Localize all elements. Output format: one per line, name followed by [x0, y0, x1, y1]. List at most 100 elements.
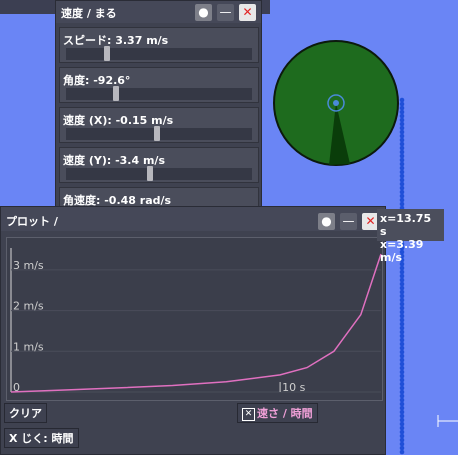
trail-dot: [399, 109, 405, 115]
trail-dot: [399, 361, 405, 367]
trail-dot: [399, 385, 405, 391]
trail-dot: [399, 149, 405, 155]
trail-dot: [399, 445, 405, 451]
y-tick-label: 1 m/s: [13, 340, 44, 353]
trail-dot: [399, 357, 405, 363]
trail-dot: [399, 185, 405, 191]
trail-dot: [399, 285, 405, 291]
trail-dot: [399, 129, 405, 135]
eye-icon[interactable]: ●: [195, 4, 212, 21]
trail-dot: [399, 269, 405, 275]
trail-dot: [399, 165, 405, 171]
angle-row: 角度: -92.6°: [59, 67, 259, 103]
checkbox-icon[interactable]: ✕: [242, 407, 255, 421]
speed-time-chart: 3 m/s2 m/s1 m/s0 10 s: [10, 248, 382, 394]
trail-dot: [399, 157, 405, 163]
eye-icon[interactable]: ●: [318, 213, 335, 230]
trail-dot: [399, 349, 405, 355]
trail-dot: [399, 141, 405, 147]
trail-dot: [399, 413, 405, 419]
cursor-readout: x=13.75 s x=3.39 m/s: [377, 209, 444, 264]
velocity-panel: 速度 / まる ● — ✕ スピード: 3.37 m/s 角度: -92.6° …: [55, 0, 262, 228]
trail-dot: [399, 425, 405, 431]
trail-dot: [399, 145, 405, 151]
clear-button[interactable]: クリア: [4, 403, 47, 423]
series-toggle[interactable]: ✕ 速さ / 時間: [237, 403, 318, 423]
x-axis-button[interactable]: X じく: 時間: [4, 428, 79, 448]
trail-dot: [399, 389, 405, 395]
trail: [399, 97, 405, 455]
y-tick-label: 3 m/s: [13, 259, 44, 272]
trail-dot: [399, 377, 405, 383]
speed-series-line: [10, 253, 382, 393]
trail-dot: [399, 293, 405, 299]
trail-dot: [399, 273, 405, 279]
angle-slider-thumb[interactable]: [113, 86, 120, 101]
trail-dot: [399, 281, 405, 287]
velocity-y-row: 速度 (Y): -3.4 m/s: [59, 147, 259, 183]
trail-dot: [399, 437, 405, 443]
angle-slider-track[interactable]: [66, 88, 252, 100]
trail-dot: [399, 105, 405, 111]
trail-dot: [399, 301, 405, 307]
trail-dot: [399, 309, 405, 315]
trail-dot: [399, 125, 405, 131]
trail-dot: [399, 97, 405, 103]
minimize-icon[interactable]: —: [340, 213, 357, 230]
trail-dot: [399, 173, 405, 179]
y-tick-label: 2 m/s: [13, 300, 44, 313]
trail-dot: [399, 181, 405, 187]
velocity-y-slider-track[interactable]: [66, 168, 252, 180]
ball-center-dot: [333, 100, 339, 106]
trail-dot: [399, 449, 405, 455]
trail-dot: [399, 133, 405, 139]
trail-dot: [399, 297, 405, 303]
trail-dot: [399, 193, 405, 199]
trail-dot: [399, 365, 405, 371]
trail-dot: [399, 417, 405, 423]
trail-dot: [399, 137, 405, 143]
speed-slider-thumb[interactable]: [103, 46, 110, 61]
speed-label: スピード: 3.37 m/s: [63, 34, 169, 47]
trail-dot: [399, 177, 405, 183]
minimize-icon[interactable]: —: [217, 4, 234, 21]
trail-dot: [399, 277, 405, 283]
trail-dot: [399, 421, 405, 427]
trail-dot: [399, 337, 405, 343]
trail-dot: [399, 333, 405, 339]
trail-dot: [399, 397, 405, 403]
trail-dot: [399, 197, 405, 203]
trail-dot: [399, 161, 405, 167]
plot-panel-title: プロット /: [6, 215, 58, 228]
readout-y: x=3.39 m/s: [380, 238, 424, 264]
trail-dot: [399, 373, 405, 379]
trail-dot: [399, 189, 405, 195]
trail-dot: [399, 305, 405, 311]
angle-label: 角度: -92.6°: [63, 74, 131, 87]
trail-dot: [399, 289, 405, 295]
trail-dot: [399, 121, 405, 127]
velocity-x-row: 速度 (X): -0.15 m/s: [59, 107, 259, 143]
plot-area[interactable]: 3 m/s 2 m/s 1 m/s 0 10 s: [6, 237, 383, 401]
trail-dot: [399, 201, 405, 207]
x-tick-label: 10 s: [282, 381, 305, 394]
readout-x: x=13.75 s: [380, 212, 432, 238]
series-toggle-label: 速さ / 時間: [257, 407, 313, 420]
trail-dot: [399, 321, 405, 327]
plot-panel-titlebar[interactable]: プロット / ● — ✕: [1, 207, 385, 231]
close-icon[interactable]: ✕: [239, 4, 256, 21]
trail-dot: [399, 113, 405, 119]
plot-panel: プロット / ● — ✕ 3 m/s 2 m/s 1 m/s 0 10 s クリア ✕ 速…: [0, 206, 386, 455]
velocity-x-slider-thumb[interactable]: [154, 126, 161, 141]
trail-dot: [399, 317, 405, 323]
trail-dot: [399, 369, 405, 375]
velocity-panel-titlebar[interactable]: 速度 / まる ● — ✕: [56, 1, 261, 23]
trail-dot: [399, 441, 405, 447]
velocity-y-slider-thumb[interactable]: [146, 166, 153, 181]
trail-dot: [399, 117, 405, 123]
speed-slider-track[interactable]: [66, 48, 252, 60]
trail-dot: [399, 341, 405, 347]
trail-dot: [399, 353, 405, 359]
velocity-panel-title: 速度 / まる: [61, 7, 117, 20]
trail-dot: [399, 381, 405, 387]
